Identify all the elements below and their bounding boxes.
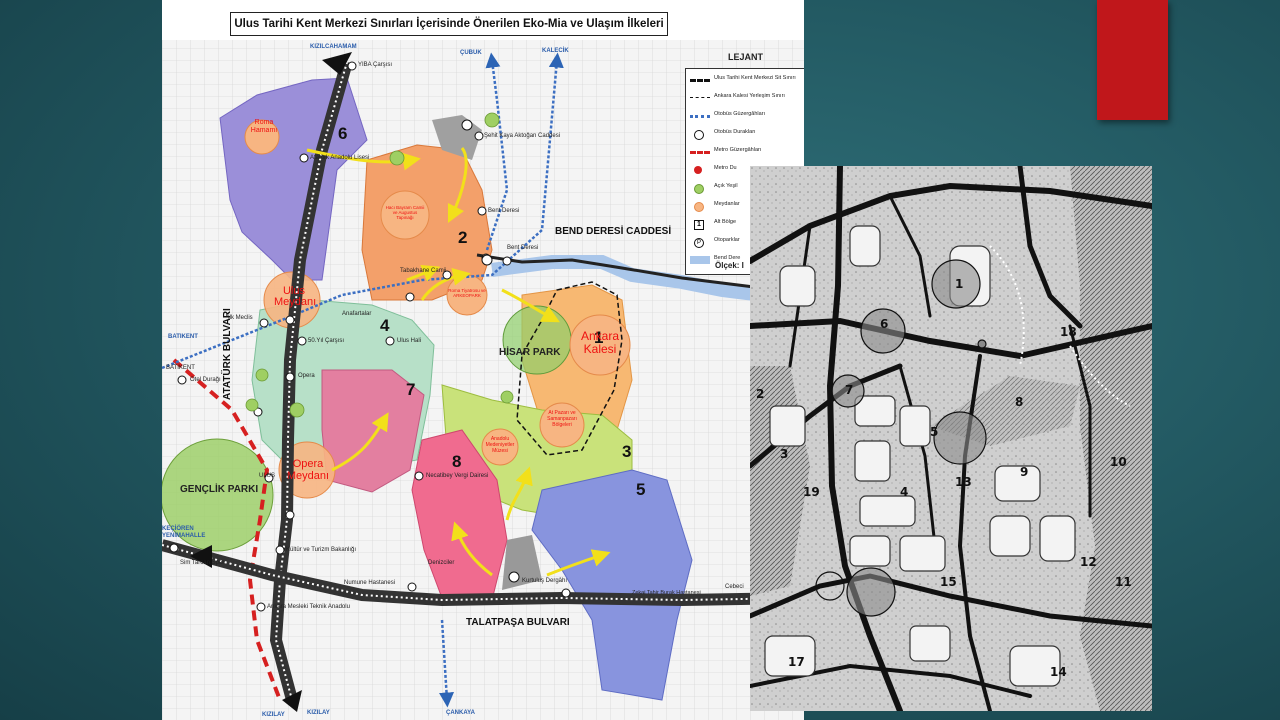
stop-yiba: YIBA Çarşısı	[358, 62, 393, 68]
stop-batikent: BATIKENT	[166, 365, 195, 371]
zone-label-8: 8	[452, 452, 462, 471]
legend-item-kale: Ankara Kalesi Yerleşim Sınırı	[686, 91, 804, 105]
svg-text:18: 18	[1060, 325, 1077, 339]
red-dashed-line-icon	[690, 151, 710, 154]
stop-opera: Opera	[298, 373, 315, 379]
square-kale: Ankara Kalesi	[580, 329, 620, 356]
svg-text:19: 19	[803, 485, 820, 499]
hisar-park-circle	[502, 305, 572, 375]
stop-kurtulus: Kurtuluş Dergâhı	[522, 578, 568, 584]
svg-text:9: 9	[1020, 465, 1028, 479]
stop-zekai: Zekai Tahir Burak Hastanesi	[632, 590, 701, 596]
stop-anafartalar: Anafartalar	[342, 311, 372, 317]
stop-ulus: ULUS	[259, 473, 276, 479]
historic-plan-photo: 123 456 789 101112 131415 161718 19	[750, 166, 1152, 711]
zone-label-6: 6	[338, 124, 348, 143]
svg-text:13: 13	[955, 475, 972, 489]
square-pazar: At Pazarı ve Samanpazarı Bölgeleri	[547, 410, 577, 428]
svg-text:5: 5	[930, 425, 938, 439]
legend-scale: Ölçek: I	[715, 261, 744, 270]
square-roma: Roma Hamamı	[250, 119, 278, 134]
dir-kizilay-left: KIZILAY	[262, 712, 285, 718]
svg-text:6: 6	[880, 317, 888, 331]
stop-cebeci: Cebeci	[725, 584, 744, 590]
park-genclik: GENÇLİK PARKI	[180, 484, 259, 495]
legend-item-sit: Ulus Tarihi Kent Merkezi Sit Sınırı	[686, 73, 804, 87]
bus-icon	[694, 130, 704, 140]
road-talatpasa: TALATPAŞA BULVARI	[466, 617, 570, 628]
square-ankapark: Roma Tiyatrosu ve ARKEOPARK	[448, 288, 486, 298]
stop-50yil: 50.Yıl Çarşısı	[308, 338, 345, 344]
stop-ulus-hali: Ulus Hali	[397, 338, 422, 344]
dir-batikent: BATIKENT	[168, 334, 198, 340]
dir-kalecik: KALECİK	[542, 48, 569, 54]
dir-kizilay-right: KIZILAY	[307, 710, 330, 716]
stop-bent2: Bent Deresi	[507, 245, 539, 251]
historic-plan-drawing: 123 456 789 101112 131415 161718 19	[750, 166, 1152, 711]
red-accent-bar	[1097, 0, 1168, 120]
svg-text:3: 3	[780, 447, 788, 461]
svg-text:17: 17	[788, 655, 805, 669]
dashed-line-icon	[690, 97, 710, 98]
stop-ilk-meclis: İlk Meclis	[228, 315, 253, 321]
stop-otel: Otel Durağı	[190, 377, 221, 383]
orange-circle-icon	[694, 202, 704, 212]
stop-denizciler: Denizciler	[428, 560, 455, 566]
dir-cankaya: ÇANKAYA	[446, 710, 475, 716]
stop-ataturk-lisesi: Atatürk Anadolu Lisesi	[310, 155, 370, 161]
dir-cubuk: ÇUBUK	[460, 50, 482, 56]
svg-text:12: 12	[1080, 555, 1097, 569]
map-panel: Ulus Tarihi Kent Merkezi Sınırları İçeri…	[162, 0, 804, 720]
svg-text:8: 8	[1015, 395, 1023, 409]
zone-label-3: 3	[622, 442, 632, 461]
zone-label-4: 4	[380, 316, 390, 335]
legend-item-bus-stop: Otobüs Durakları	[686, 127, 804, 141]
stop-ankara-mesleki: Ankara Mesleki Teknik Anadolu	[267, 604, 350, 610]
dir-kecioren: KEÇİÖREN YENİMAHALLE	[162, 526, 206, 539]
park-hisar: HİSAR PARK	[499, 347, 561, 358]
svg-text:10: 10	[1110, 455, 1127, 469]
stop-kultur: Kültür ve Turizm Bakanlığı	[286, 547, 357, 553]
map-title: Ulus Tarihi Kent Merkezi Sınırları İçeri…	[230, 12, 668, 36]
blue-fill-icon	[690, 256, 710, 264]
stop-sehit: Şehit Kaya Aktoğan Caddesi	[484, 133, 561, 139]
stop-numune: Numune Hastanesi	[344, 580, 396, 586]
legend-item-bus-route: Otobüs Güzergâhları	[686, 109, 804, 123]
road-bend-deresi: BEND DERESİ CADDESİ	[555, 226, 672, 237]
svg-text:11: 11	[1115, 575, 1132, 589]
number-box-icon: 1	[694, 220, 704, 230]
legend-item-metro: Metro Güzergâhları	[686, 145, 804, 159]
zone-label-7: 7	[406, 380, 416, 399]
svg-text:14: 14	[1050, 665, 1067, 679]
dir-kizilcahamam: KIZILCAHAMAM	[310, 44, 357, 50]
stop-tabakhane: Tabakhane Camii	[400, 268, 447, 274]
green-circle-icon	[694, 184, 704, 194]
stop-tarcan: Sim Tarcan Spor	[180, 560, 225, 566]
square-ulus: Ulus Meydanı	[274, 285, 317, 308]
svg-text:4: 4	[900, 485, 908, 499]
zone-label-2: 2	[458, 228, 468, 247]
metro-icon	[694, 166, 702, 174]
square-anadolu: Anadolu Medeniyetler Müzesi	[485, 436, 515, 454]
svg-text:2: 2	[756, 387, 764, 401]
svg-text:7: 7	[845, 383, 853, 397]
legend-title: LEJANT	[728, 52, 764, 62]
road-ataturk: ATATÜRK BULVARI	[222, 308, 233, 400]
svg-text:15: 15	[940, 575, 957, 589]
parking-icon: P	[694, 238, 704, 248]
blue-dotted-line-icon	[690, 115, 710, 118]
stop-bent: Bent Deresi	[488, 208, 520, 214]
square-opera: Opera Meydanı	[286, 458, 330, 482]
zone-label-5: 5	[636, 480, 646, 499]
black-dashed-line-icon	[690, 79, 710, 82]
svg-text:1: 1	[955, 277, 963, 291]
square-hacibayram: Hacı Bayram Camii ve Augustus Tapınağı	[385, 205, 425, 220]
stop-ragip: Necatibey Vergi Dairesi	[426, 473, 489, 479]
